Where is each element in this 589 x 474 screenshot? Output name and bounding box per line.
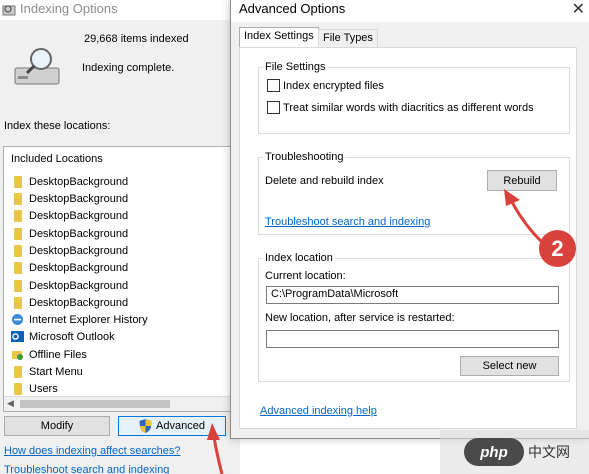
diacritics-checkbox[interactable] [267, 101, 280, 114]
advanced-button[interactable]: Advanced [118, 416, 226, 436]
horizontal-scrollbar[interactable]: ◀ [4, 396, 236, 411]
delete-rebuild-label: Delete and rebuild index [265, 175, 384, 187]
list-item-label: DesktopBackground [29, 244, 129, 257]
list-item[interactable]: DesktopBackground [11, 207, 128, 224]
current-location-field[interactable]: C:\ProgramData\Microsoft [266, 286, 559, 304]
scrollbar-thumb[interactable] [20, 400, 170, 408]
included-locations-list[interactable]: Included Locations DesktopBackground Des… [3, 146, 237, 412]
uac-shield-icon [139, 419, 152, 433]
advanced-indexing-help-link[interactable]: Advanced indexing help [260, 405, 377, 417]
list-item-label: DesktopBackground [29, 227, 129, 240]
list-item-label: DesktopBackground [29, 296, 129, 309]
file-settings-legend: File Settings [263, 61, 328, 73]
indexing-options-window: Indexing Options 29,668 items indexed In… [0, 0, 240, 474]
folder-icon [14, 261, 22, 274]
tab-index-settings[interactable]: Index Settings [239, 27, 319, 48]
rebuild-button-label: Rebuild [503, 174, 541, 187]
list-item-label: DesktopBackground [29, 209, 129, 222]
modify-button-label: Modify [40, 420, 74, 432]
troubleshoot-search-indexing-link[interactable]: Troubleshoot search and indexing [265, 216, 430, 228]
indexing-options-titlebar[interactable]: Indexing Options [0, 0, 240, 20]
list-item[interactable]: DesktopBackground [11, 173, 128, 190]
list-item[interactable]: DesktopBackground [11, 294, 128, 311]
folder-icon [14, 244, 22, 257]
list-item[interactable]: DesktopBackground [11, 277, 128, 294]
new-location-label: New location, after service is restarted… [265, 312, 455, 324]
advanced-button-label: Advanced [156, 420, 205, 432]
troubleshooting-legend: Troubleshooting [263, 151, 346, 163]
index-encrypted-checkbox[interactable] [267, 79, 280, 92]
list-item-label: Microsoft Outlook [29, 330, 115, 343]
new-location-field[interactable] [266, 330, 559, 348]
indexing-drive-icon [14, 48, 60, 85]
advanced-options-titlebar[interactable]: Advanced Options ✕ [231, 0, 589, 22]
list-item-label: Internet Explorer History [29, 313, 148, 326]
tab-file-types[interactable]: File Types [318, 29, 378, 48]
index-encrypted-checkbox-row[interactable]: Index encrypted files [267, 79, 384, 92]
list-item-label: Offline Files [29, 348, 87, 361]
outlook-icon [11, 331, 24, 342]
list-item[interactable]: Internet Explorer History [11, 311, 148, 328]
step-number-badge: 2 [539, 230, 576, 267]
index-location-group: Index location Current location: C:\Prog… [258, 252, 570, 382]
internet-explorer-icon [12, 314, 23, 325]
rebuild-button[interactable]: Rebuild [487, 170, 557, 191]
indexing-options-app-icon [2, 5, 16, 16]
folder-icon [14, 279, 22, 292]
file-settings-group: File Settings Index encrypted files Trea… [258, 61, 570, 134]
advanced-options-title: Advanced Options [239, 1, 346, 16]
watermark: php 中文网 [440, 430, 589, 474]
list-item-label: DesktopBackground [29, 279, 129, 292]
items-indexed-count: 29,668 items indexed [84, 33, 189, 45]
list-item[interactable]: Microsoft Outlook [11, 328, 115, 345]
folder-icon [14, 209, 22, 222]
list-item[interactable]: Offline Files [11, 346, 87, 363]
troubleshooting-group: Troubleshooting Delete and rebuild index… [258, 151, 570, 235]
select-new-button-label: Select new [482, 360, 537, 372]
diacritics-label: Treat similar words with diacritics as d… [283, 101, 534, 114]
tab-label: File Types [323, 32, 373, 44]
modify-button[interactable]: Modify [4, 416, 110, 436]
list-item-label: DesktopBackground [29, 175, 129, 188]
troubleshoot-search-link[interactable]: Troubleshoot search and indexing [4, 464, 169, 474]
list-item[interactable]: DesktopBackground [11, 259, 128, 276]
indexing-status: Indexing complete. [82, 62, 175, 74]
current-location-label: Current location: [265, 270, 346, 282]
folder-icon [14, 365, 22, 378]
advanced-options-dialog: Advanced Options ✕ Index Settings File T… [230, 0, 589, 439]
offline-files-icon [12, 351, 23, 360]
folder-icon [14, 382, 22, 395]
list-item-label: Start Menu [29, 365, 83, 378]
list-item[interactable]: DesktopBackground [11, 225, 128, 242]
index-location-legend: Index location [263, 252, 335, 264]
list-item[interactable]: DesktopBackground [11, 190, 128, 207]
folder-icon [14, 296, 22, 309]
folder-icon [14, 227, 22, 240]
select-new-button[interactable]: Select new [460, 356, 559, 376]
index-locations-label: Index these locations: [4, 120, 111, 132]
list-item[interactable]: DesktopBackground [11, 242, 128, 259]
close-icon[interactable]: ✕ [572, 0, 585, 19]
included-locations-header[interactable]: Included Locations [11, 153, 103, 165]
list-item-label: DesktopBackground [29, 192, 129, 205]
watermark-text: 中文网 [528, 444, 570, 460]
indexing-options-title: Indexing Options [20, 1, 118, 16]
folder-icon [14, 192, 22, 205]
list-item[interactable]: Users [11, 380, 58, 397]
tab-label: Index Settings [244, 30, 314, 42]
php-logo: php [464, 438, 524, 466]
index-encrypted-label: Index encrypted files [283, 79, 384, 92]
diacritics-checkbox-row[interactable]: Treat similar words with diacritics as d… [267, 101, 534, 114]
list-item-label: Users [29, 382, 58, 395]
how-indexing-affects-searches-link[interactable]: How does indexing affect searches? [4, 445, 181, 457]
list-item-label: DesktopBackground [29, 261, 129, 274]
index-settings-panel: File Settings Index encrypted files Trea… [239, 47, 577, 429]
folder-icon [14, 175, 22, 188]
scroll-left-arrow-icon[interactable]: ◀ [7, 398, 14, 409]
list-item[interactable]: Start Menu [11, 363, 83, 380]
